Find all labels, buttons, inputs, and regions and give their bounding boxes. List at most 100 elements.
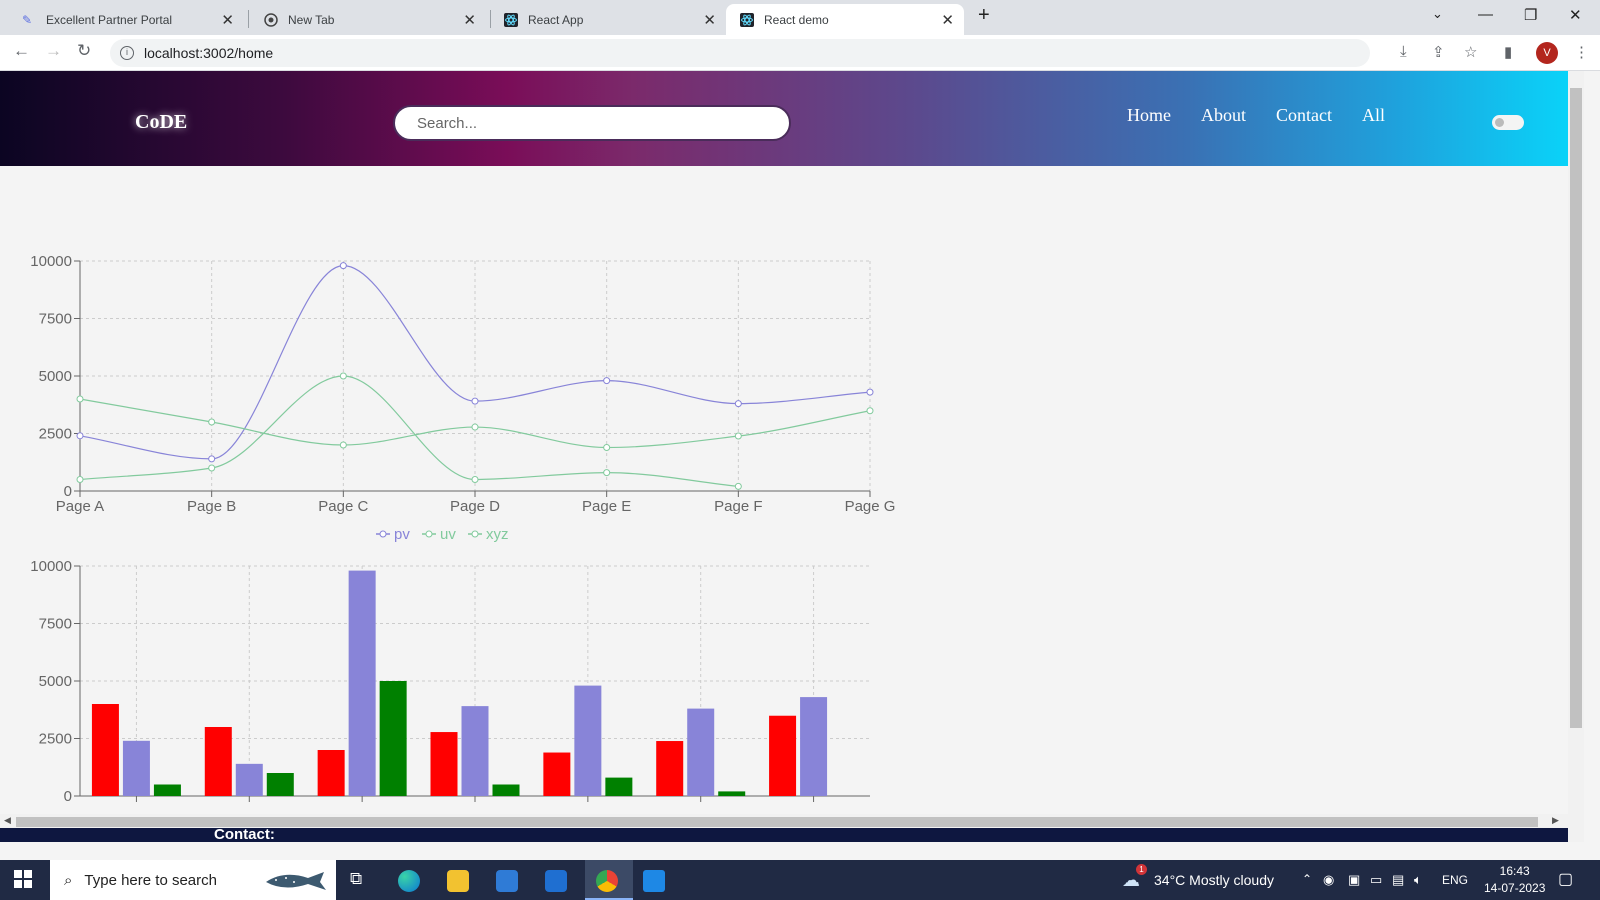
bar-series-1 — [769, 715, 797, 796]
meet-icon[interactable]: ▣ — [1348, 872, 1360, 888]
vscode-icon[interactable] — [643, 870, 665, 892]
back-arrow-icon[interactable]: ← — [13, 41, 30, 61]
nav-all[interactable]: All — [1362, 105, 1385, 126]
tab-excellent-partner-portal[interactable]: ✎ Excellent Partner Portal ✕ — [8, 4, 244, 35]
x-tick-label: Page D — [450, 498, 500, 515]
close-icon[interactable]: ✕ — [703, 11, 716, 29]
profile-avatar[interactable]: V — [1536, 42, 1558, 64]
search-icon: ⌕ — [64, 871, 73, 889]
nav-contact[interactable]: Contact — [1276, 105, 1332, 126]
data-point-pv — [734, 400, 742, 408]
weather-badge: 1 — [1136, 864, 1147, 875]
bar-series-1 — [91, 704, 119, 796]
volume-icon[interactable]: 🔈︎ — [1414, 872, 1422, 888]
windows-start-icon[interactable] — [14, 870, 32, 893]
nav-about[interactable]: About — [1201, 105, 1246, 126]
url-text: localhost:3002/home — [144, 45, 274, 61]
forward-arrow-icon[interactable]: → — [45, 41, 62, 61]
nav-home[interactable]: Home — [1127, 105, 1171, 126]
star-icon[interactable]: ☆ — [1464, 43, 1477, 61]
browser-tab-strip: ✎ Excellent Partner Portal ✕ New Tab ✕ R… — [0, 0, 1600, 35]
bar-series-2 — [461, 706, 489, 796]
chrome-favicon-icon — [264, 12, 278, 27]
restore-icon[interactable]: ❐ — [1524, 6, 1537, 24]
taskbar-search-placeholder: Type here to search — [84, 871, 217, 889]
bar-series-3 — [605, 777, 633, 796]
windows-taskbar: ⌕ Type here to search ⧉ ☁ 1 34°C Mostly … — [0, 860, 1600, 900]
clock[interactable]: 16:43 14-07-2023 — [1484, 863, 1545, 897]
legend-marker-xyz — [471, 530, 479, 538]
data-point-pv — [339, 262, 347, 270]
minimize-icon[interactable]: — — [1478, 6, 1493, 23]
bar-series-2 — [348, 570, 376, 796]
address-bar[interactable]: i localhost:3002/home — [110, 39, 1370, 67]
scroll-left-icon[interactable]: ◀ — [4, 815, 11, 826]
scroll-right-icon[interactable]: ▶ — [1552, 815, 1559, 826]
share-icon[interactable]: ⇪ — [1432, 43, 1445, 61]
reload-icon[interactable]: ↻ — [77, 41, 91, 61]
search-input[interactable] — [393, 105, 791, 141]
battery-icon[interactable]: ▭ — [1370, 872, 1382, 888]
theme-toggle[interactable] — [1492, 115, 1524, 130]
legend-marker-uv — [425, 530, 433, 538]
notification-icon[interactable]: ▢ — [1558, 869, 1573, 889]
data-point-xyz — [76, 476, 84, 483]
tab-react-demo[interactable]: React demo ✕ — [726, 4, 964, 35]
bar-series-3 — [153, 784, 181, 796]
sidepanel-icon[interactable]: ▮ — [1504, 43, 1512, 61]
data-point-pv — [866, 388, 874, 396]
record-icon[interactable]: ◉ — [1323, 872, 1334, 888]
mail-icon[interactable] — [545, 870, 567, 892]
page-viewport: CoDE Home About Contact All 0 2500 5000 750… — [0, 71, 1584, 842]
task-view-icon[interactable]: ⧉ — [350, 869, 372, 891]
taskbar-search[interactable]: ⌕ Type here to search — [50, 860, 336, 900]
y-tick-label: 10000 — [30, 253, 72, 270]
data-point-uv — [339, 441, 347, 449]
tab-search-chevron-icon[interactable]: ⌄ — [1432, 6, 1443, 22]
close-icon[interactable]: ✕ — [463, 11, 476, 29]
x-tick-label: Page F — [714, 498, 762, 515]
toggle-knob — [1495, 118, 1504, 127]
bar-series-2 — [574, 685, 602, 796]
data-point-uv — [734, 432, 742, 440]
edge-icon[interactable] — [398, 870, 420, 892]
weather-text[interactable]: 34°C Mostly cloudy — [1154, 872, 1274, 888]
tab-new-tab[interactable]: New Tab ✕ — [250, 4, 486, 35]
x-tick-label: Page C — [318, 498, 368, 515]
data-point-uv — [471, 423, 479, 431]
tab-separator — [248, 10, 249, 28]
bar-series-3 — [492, 784, 520, 796]
file-explorer-icon[interactable] — [447, 870, 469, 892]
data-point-uv — [866, 407, 874, 415]
bar-series-2 — [235, 763, 263, 796]
chevron-up-icon[interactable]: ⌃ — [1302, 872, 1312, 886]
legend-marker-pv — [379, 530, 387, 538]
bar-series-2 — [122, 740, 150, 796]
network-icon[interactable]: ▤ — [1392, 872, 1404, 888]
tab-favicon-icon: ✎ — [22, 12, 33, 27]
close-icon[interactable]: ✕ — [941, 11, 954, 29]
chrome-icon — [596, 870, 618, 892]
new-tab-button[interactable]: + — [978, 4, 990, 27]
page-vertical-scroll-thumb[interactable] — [1570, 88, 1582, 728]
bar-chart: 0 2500 5000 7500 10000 — [30, 558, 870, 804]
close-icon[interactable]: ✕ — [221, 11, 234, 29]
bar-series-3 — [718, 791, 746, 796]
site-logo[interactable]: CoDE — [135, 111, 187, 134]
tab-react-app[interactable]: React App ✕ — [490, 4, 726, 35]
download-icon[interactable]: ⤓ — [1400, 43, 1407, 60]
microsoft-store-icon[interactable] — [496, 870, 518, 892]
legend-label-xyz: xyz — [486, 526, 509, 543]
y-tick-label: 2500 — [39, 426, 72, 443]
tab-title: New Tab — [288, 12, 335, 27]
data-point-xyz — [603, 469, 611, 477]
window-close-icon[interactable]: ✕ — [1569, 6, 1582, 24]
clock-date: 14-07-2023 — [1484, 881, 1546, 895]
language-indicator[interactable]: ENG — [1442, 873, 1468, 887]
kebab-menu-icon[interactable]: ⋮ — [1574, 43, 1589, 61]
info-icon[interactable]: i — [120, 46, 134, 60]
data-point-uv — [208, 418, 216, 426]
data-point-xyz — [471, 476, 479, 483]
bar-series-1 — [317, 750, 345, 796]
tab-title: Excellent Partner Portal — [46, 12, 173, 27]
